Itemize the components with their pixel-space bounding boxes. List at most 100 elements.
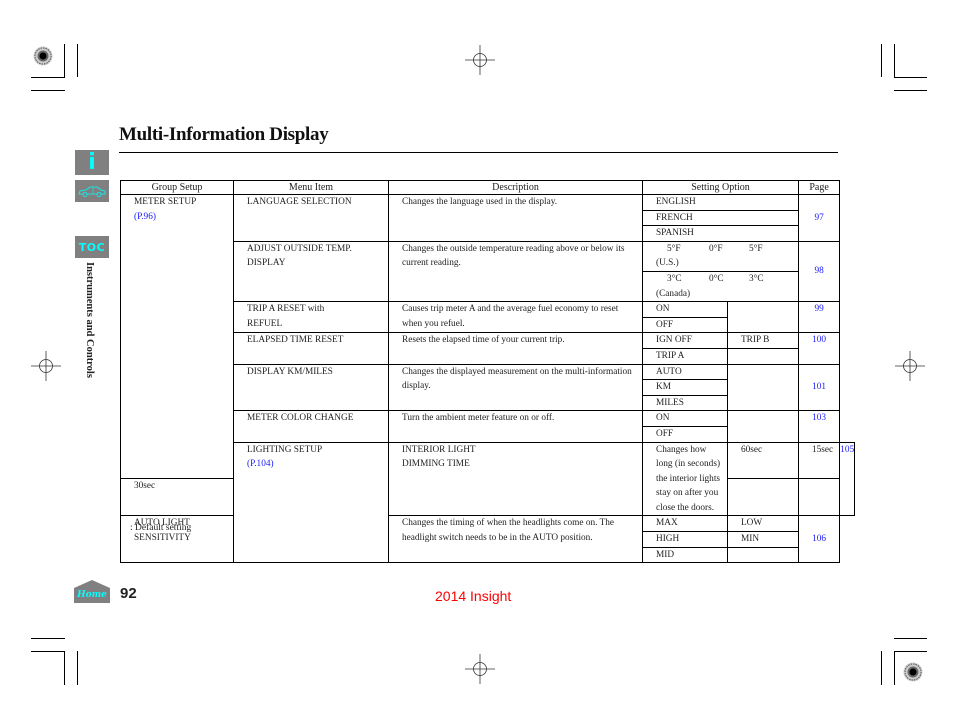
menu-item-text: DISPLAY KM/MILES [247,366,333,377]
page-link[interactable]: 103 [797,410,841,443]
group-page-link[interactable]: (P.104) [247,457,382,472]
crop-mark [894,90,927,91]
option-cell: FRENCH [642,209,799,227]
option-cell: MID [642,546,728,564]
group-cell-lighting-setup: LIGHTING SETUP (P.104) [233,441,389,564]
header-group-setup: Group Setup [120,180,234,195]
page-title: Multi-Information Display [119,124,329,145]
crosshair-icon [465,654,495,684]
group-cell-meter-setup: METER SETUP (P.96) [120,193,234,480]
crop-mark [77,44,78,77]
group-name: LIGHTING SETUP [247,444,323,455]
menu-item-text: DIMMING TIME [402,459,470,470]
region-label: (Canada) [656,288,691,299]
header-description: Description [388,180,643,195]
description-cell: Changes the outside temperature reading … [388,240,643,303]
option-cell: TRIP B [727,332,799,349]
option-cell-empty [727,478,799,517]
option-cell-empty [727,363,799,412]
page-link[interactable]: 100 [797,332,841,365]
menu-item-text: SENSITIVITY [134,533,191,544]
menu-item-text: TRIP A RESET with [247,304,325,315]
menu-item-text: METER COLOR CHANGE [247,413,354,424]
table-header-row: Group Setup Menu Item Description Settin… [120,180,855,195]
crop-mark [31,77,65,78]
temp-options-us: 5°F 0°F 5°F [656,242,792,257]
crop-mark [894,651,927,652]
page-link[interactable]: 101 [797,363,841,412]
crop-mark [881,651,882,685]
toc-button[interactable]: TOC [75,236,109,258]
menu-item-cell: LANGUAGE SELECTION [233,194,389,242]
vehicle-index-button[interactable] [75,180,109,202]
crop-mark [64,44,65,77]
crosshair-icon [31,351,61,381]
option-cell-empty [727,410,799,443]
group-name: METER SETUP [134,197,197,207]
section-label: Instruments and Controls [84,262,95,378]
crop-mark [894,651,895,685]
page-number: 92 [120,585,137,602]
page-link[interactable]: 105 [839,441,856,517]
temp-option: 0°C [709,273,724,284]
menu-item-cell: DISPLAY KM/MILES [233,363,389,412]
option-cell: SPANISH [642,225,799,242]
option-cell: IGN OFF [642,332,728,349]
description-cell: Changes the displayed measurement on the… [388,363,643,412]
crop-mark [894,638,927,639]
option-cell-empty [727,546,799,564]
menu-item-cell: ADJUST OUTSIDE TEMP. DISPLAY [233,240,389,303]
option-cell-empty [727,347,799,365]
option-cell: ON [642,410,728,427]
option-cell: MILES [642,394,728,412]
crop-mark [31,638,65,639]
title-divider [119,152,838,153]
registration-target-icon [33,46,53,66]
temp-option: 3°C [667,273,682,284]
home-button[interactable]: Home [74,580,110,603]
header-menu-item: Menu Item [233,180,389,195]
crop-mark [31,90,65,91]
crop-mark [31,651,65,652]
crop-mark [894,44,895,77]
option-cell: 30sec [120,478,234,517]
option-cell: OFF [642,425,728,443]
menu-item-text: ELAPSED TIME RESET [247,335,344,346]
region-label: (U.S.) [656,258,679,269]
page-link[interactable]: 106 [797,515,841,564]
menu-item-text: ADJUST OUTSIDE TEMP. [247,243,352,254]
option-cell: LOW [727,515,799,533]
option-cell: ON [642,301,728,318]
group-page-link[interactable]: (P.96) [134,210,227,225]
crop-mark [881,44,882,77]
menu-item-text: REFUEL [247,318,283,329]
description-cell: Changes how long (in seconds) the interi… [642,441,728,517]
header-setting-option: Setting Option [642,180,799,195]
page-link[interactable]: 98 [797,240,841,303]
edition-label: 2014 Insight [435,588,512,604]
description-cell: Resets the elapsed time of your current … [388,332,643,365]
crop-mark [64,651,65,685]
option-cell: MIN [727,531,799,548]
default-setting-note: : Default setting [130,523,192,533]
menu-item-cell: METER COLOR CHANGE [233,410,389,443]
option-cell-ca: 3°C 0°C 3°C (Canada) [642,270,799,303]
page-link[interactable]: 97 [797,194,841,242]
info-button[interactable]: i [75,150,109,175]
option-cell: MAX [642,515,728,533]
registration-target-icon [903,662,923,682]
temp-options-ca: 3°C 0°C 3°C [656,272,792,287]
option-cell: HIGH [642,531,728,548]
option-cell-us: 5°F 0°F 5°F (U.S.) [642,240,799,272]
option-cell: 60sec [727,441,799,480]
table-row: AUTO LIGHT SENSITIVITY Changes the timin… [120,515,855,564]
page-link[interactable]: 99 [797,301,841,334]
info-icon: i [88,150,96,175]
option-cell: KM [642,379,728,396]
description-cell: Causes trip meter A and the average fuel… [388,301,643,334]
temp-option: 0°F [709,243,723,254]
menu-item-text: LANGUAGE SELECTION [247,197,352,207]
crop-mark [77,651,78,685]
crosshair-icon [465,45,495,75]
description-cell: Changes the timing of when the headlight… [388,515,643,564]
